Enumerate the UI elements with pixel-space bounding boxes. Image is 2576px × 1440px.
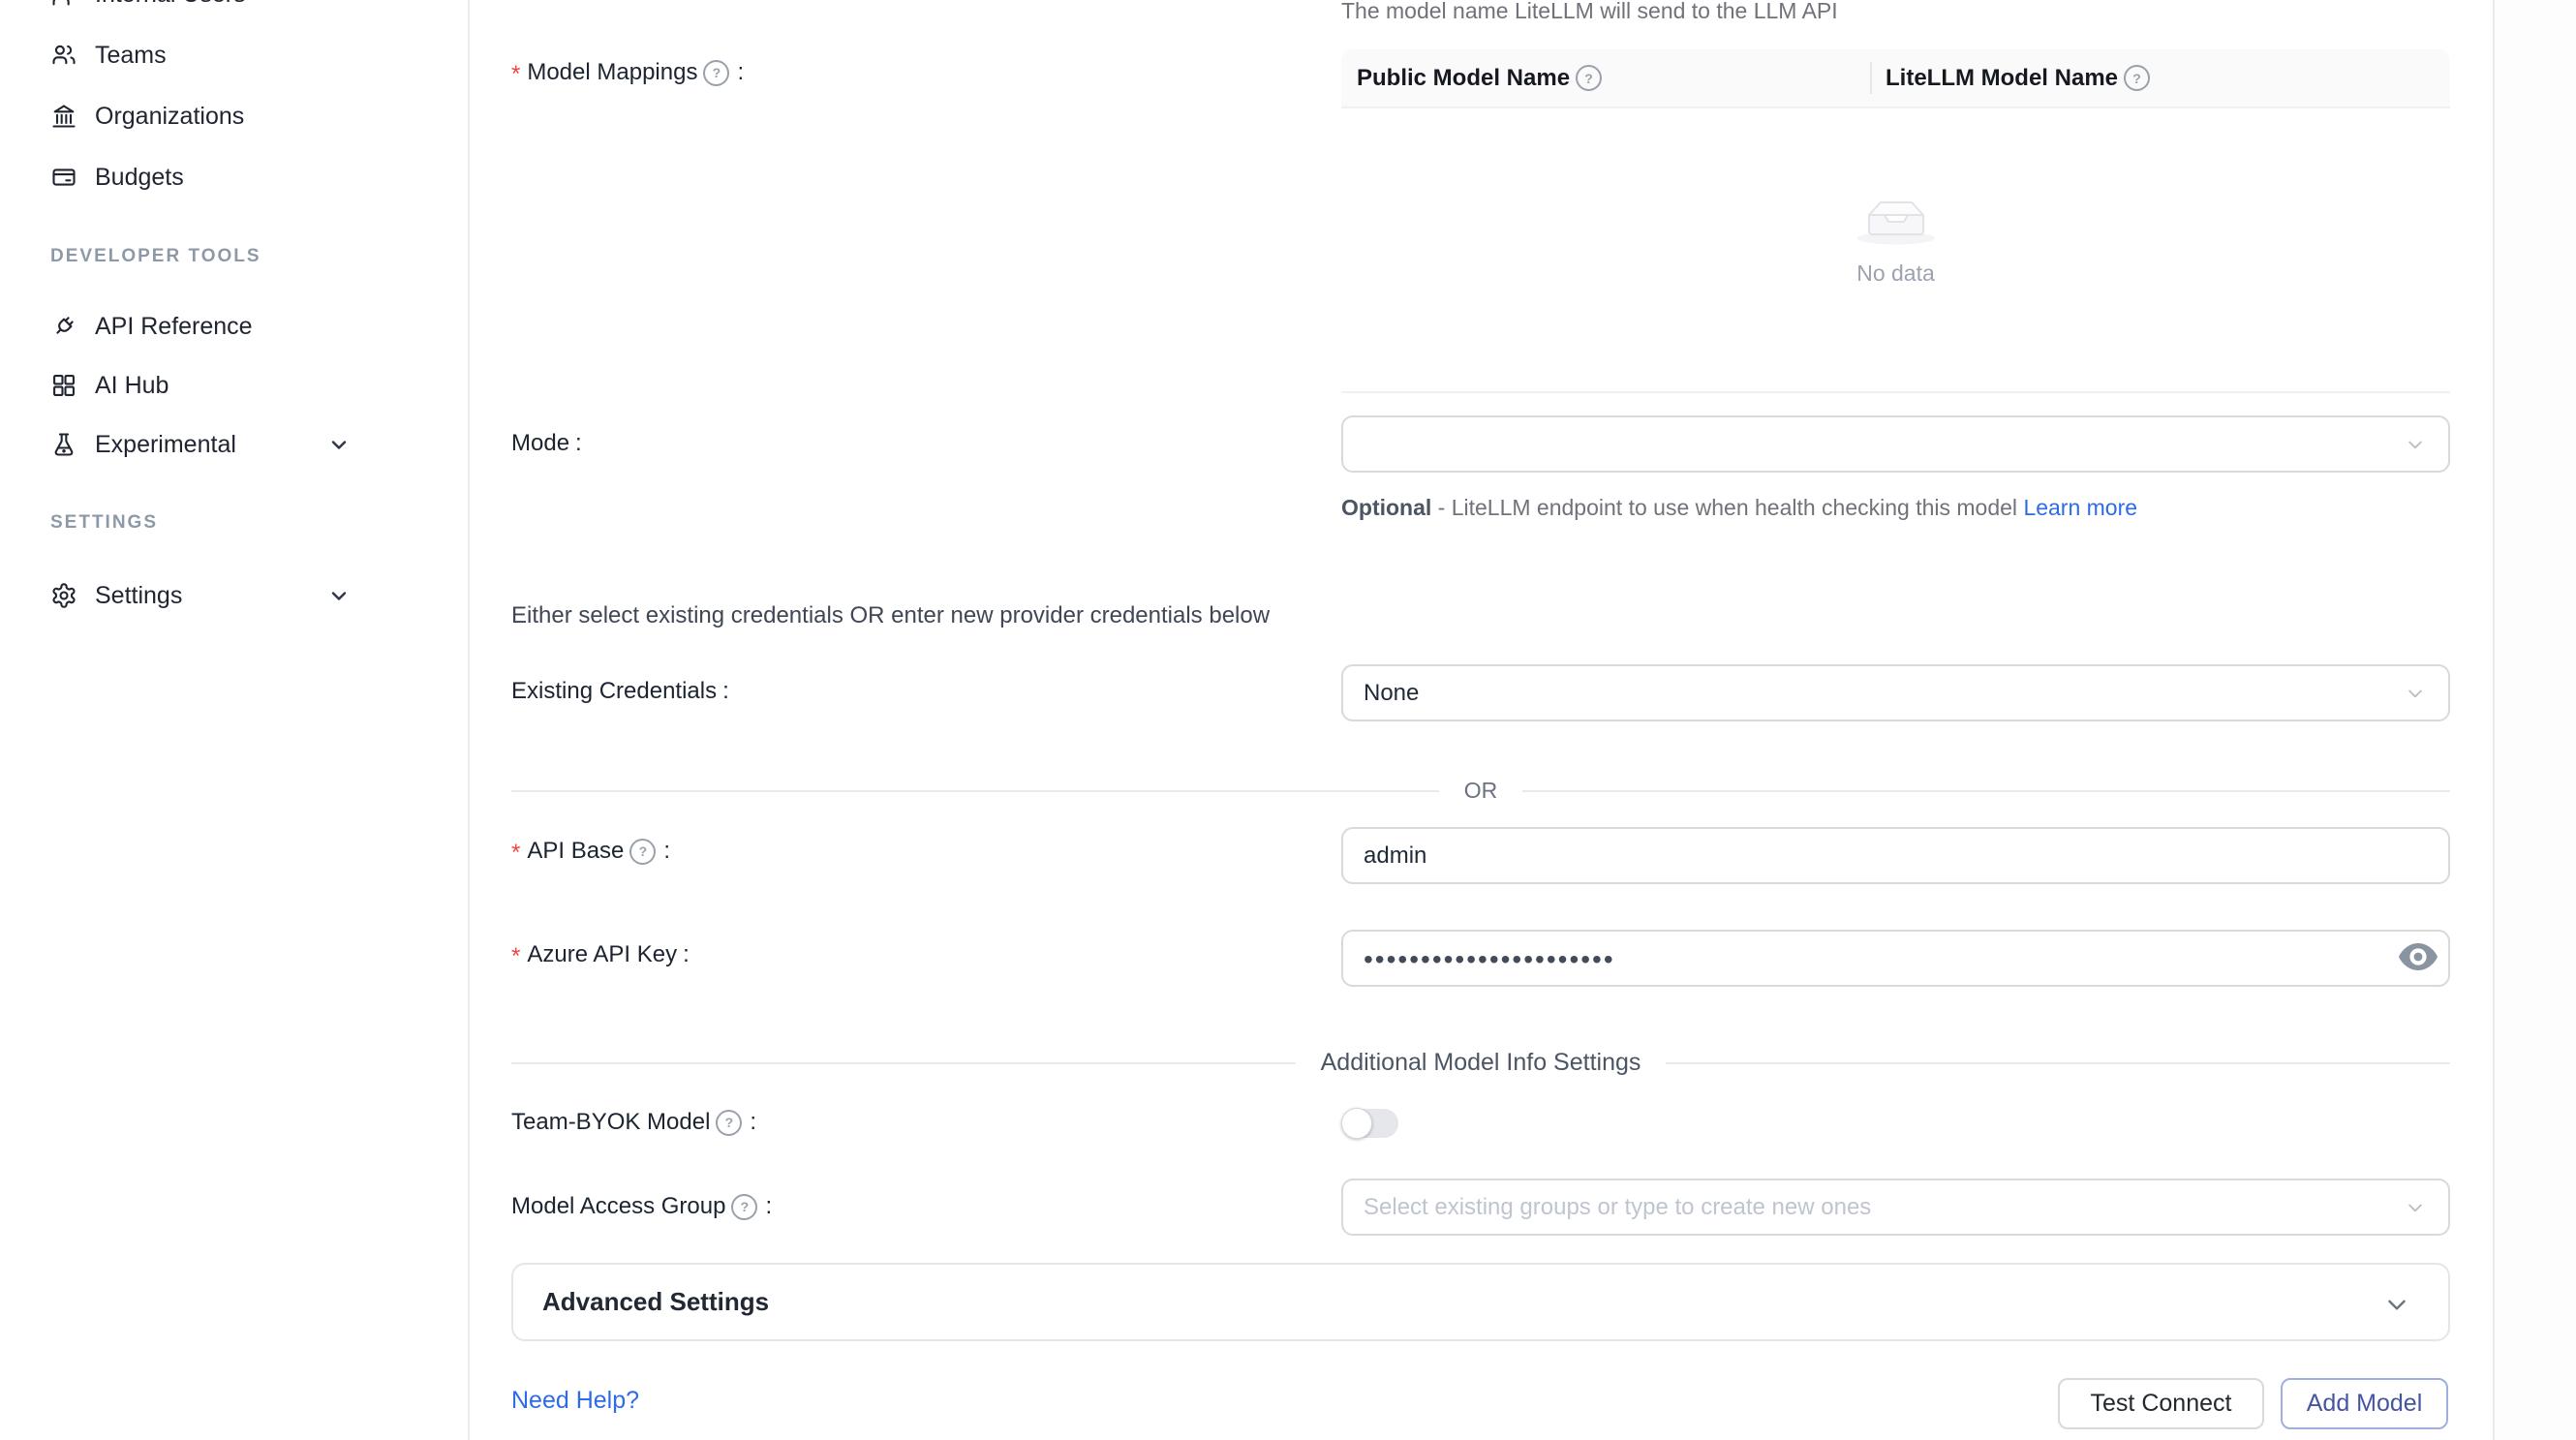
help-icon[interactable]: ? — [1576, 65, 1602, 91]
table-empty-body: No data — [1341, 108, 2450, 393]
help-icon[interactable]: ? — [629, 839, 656, 865]
sidebar-section-settings: SETTINGS — [50, 512, 158, 534]
chevron-down-icon — [2406, 684, 2425, 703]
help-icon[interactable]: ? — [2124, 65, 2150, 91]
sidebar-item-teams[interactable]: Teams — [0, 36, 468, 75]
learn-more-link[interactable]: Learn more — [2023, 495, 2137, 520]
chevron-down-icon — [327, 584, 351, 607]
plug-icon — [50, 313, 77, 340]
select-placeholder: Select existing groups or type to create… — [1364, 1194, 1871, 1221]
existing-credentials-select[interactable]: None — [1341, 664, 2450, 721]
help-icon[interactable]: ? — [703, 60, 729, 86]
flask-icon — [50, 431, 77, 458]
sidebar-item-label: API Reference — [95, 313, 253, 341]
required-asterisk: * — [511, 943, 520, 970]
mode-label: Mode : — [511, 424, 582, 463]
users-icon — [50, 42, 77, 69]
right-margin — [2495, 0, 2576, 1440]
api-base-value: admin — [1364, 843, 1426, 870]
sidebar-item-label: Budgets — [95, 164, 184, 192]
test-connect-button[interactable]: Test Connect — [2058, 1378, 2264, 1429]
grid-icon — [50, 372, 77, 399]
team-byok-toggle[interactable] — [1342, 1109, 1398, 1138]
sidebar-item-experimental[interactable]: Experimental — [0, 425, 468, 464]
column-divider — [1870, 62, 1872, 94]
sidebar-item-ai-hub[interactable]: AI Hub — [0, 366, 468, 405]
model-access-group-select[interactable]: Select existing groups or type to create… — [1341, 1179, 2450, 1236]
no-data-text: No data — [1341, 260, 2450, 287]
toggle-knob — [1341, 1108, 1372, 1139]
model-mappings-label: * Model Mappings ? : — [511, 53, 744, 92]
sidebar-item-label: Teams — [95, 42, 167, 70]
advanced-settings-title: Advanced Settings — [542, 1287, 769, 1317]
team-byok-label: Team-BYOK Model ? : — [511, 1103, 756, 1142]
api-base-input[interactable]: admin — [1341, 827, 2450, 884]
table-header-litellm-model-name: LiteLLM Model Name ? — [1870, 65, 2450, 92]
user-icon — [50, 0, 77, 8]
bank-icon — [50, 103, 77, 130]
sidebar-item-label: Experimental — [95, 431, 236, 459]
required-asterisk: * — [511, 61, 520, 88]
table-header-public-model-name: Public Model Name ? — [1341, 65, 1870, 92]
mode-select[interactable] — [1341, 415, 2450, 473]
sidebar-section-developer-tools: DEVELOPER TOOLS — [50, 246, 261, 267]
chevron-down-icon — [327, 433, 351, 456]
mode-helper-text: Optional - LiteLLM endpoint to use when … — [1341, 489, 2174, 527]
masked-password: •••••••••••••••••••••• — [1364, 944, 1615, 975]
model-access-group-label: Model Access Group ? : — [511, 1187, 772, 1226]
credit-card-icon — [50, 164, 77, 191]
azure-api-key-label: * Azure API Key : — [511, 935, 690, 974]
sidebar-item-internal-users[interactable]: Internal Users — [0, 0, 468, 14]
existing-credentials-label: Existing Credentials : — [511, 672, 729, 711]
table-header: Public Model Name ? LiteLLM Model Name ? — [1341, 49, 2450, 108]
chevron-down-icon — [2384, 1292, 2409, 1317]
content-right-border — [2493, 0, 2495, 1440]
sidebar-item-label: Organizations — [95, 103, 244, 131]
sidebar-item-api-reference[interactable]: API Reference — [0, 307, 468, 346]
chevron-down-icon — [2406, 1198, 2425, 1217]
model-mappings-table: Public Model Name ? LiteLLM Model Name ?… — [1341, 49, 2450, 393]
additional-info-divider: Additional Model Info Settings — [511, 1049, 2450, 1077]
selected-value: None — [1364, 680, 1419, 707]
api-base-label: * API Base ? : — [511, 832, 670, 871]
azure-api-key-input[interactable]: •••••••••••••••••••••• — [1341, 930, 2450, 987]
sidebar-item-settings[interactable]: Settings — [0, 576, 468, 615]
gear-icon — [50, 582, 77, 609]
add-model-button[interactable]: Add Model — [2281, 1378, 2448, 1429]
eye-icon[interactable] — [2398, 940, 2438, 973]
sidebar-item-label: Settings — [95, 582, 182, 610]
help-icon[interactable]: ? — [731, 1194, 757, 1220]
sidebar: Internal Users Teams Organizations Budge… — [0, 0, 470, 1440]
chevron-down-icon — [2406, 435, 2425, 454]
empty-inbox-icon — [1855, 188, 1937, 246]
required-asterisk: * — [511, 840, 520, 867]
credentials-note: Either select existing credentials OR en… — [511, 597, 1270, 635]
advanced-settings-panel[interactable]: Advanced Settings — [511, 1263, 2450, 1341]
sidebar-item-label: AI Hub — [95, 372, 169, 400]
help-icon[interactable]: ? — [716, 1110, 742, 1136]
or-divider: OR — [511, 778, 2450, 804]
sidebar-item-label: Internal Users — [95, 0, 246, 9]
sidebar-item-organizations[interactable]: Organizations — [0, 97, 468, 136]
model-name-helper-text: The model name LiteLLM will send to the … — [1341, 0, 1838, 24]
sidebar-item-budgets[interactable]: Budgets — [0, 158, 468, 197]
need-help-link[interactable]: Need Help? — [511, 1387, 639, 1415]
